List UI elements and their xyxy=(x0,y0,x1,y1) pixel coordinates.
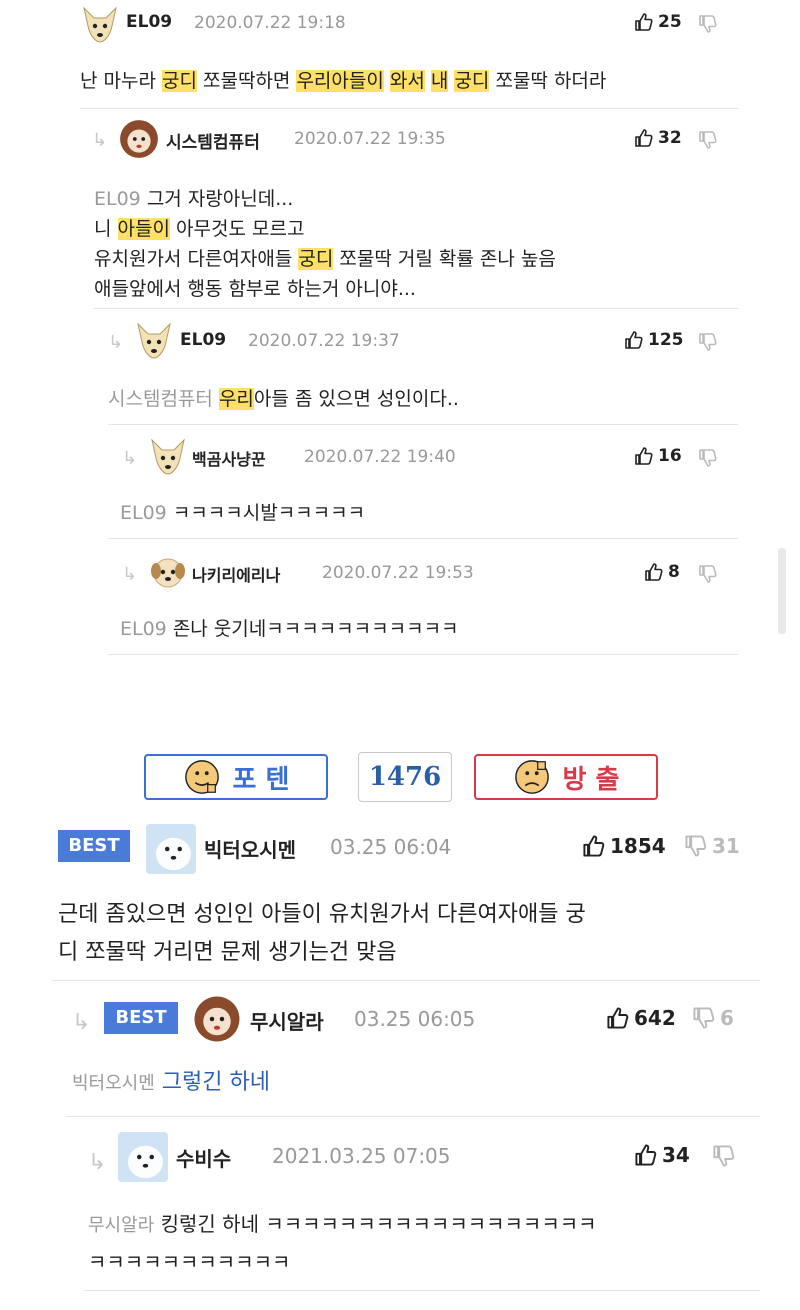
reply-arrow-icon: ↳ xyxy=(108,332,124,353)
downvote-count: 6 xyxy=(720,1006,734,1030)
thumbs-up-icon xyxy=(634,446,654,466)
comment-date: 2021.03.25 07:05 xyxy=(272,1144,451,1168)
comment-date: 2020.07.22 19:53 xyxy=(322,563,474,583)
comment-author[interactable]: 빅터오시멘 xyxy=(204,834,296,863)
downvote-count: 31 xyxy=(712,834,740,858)
seal-avatar-icon[interactable] xyxy=(118,1132,168,1182)
thumbs-down-icon[interactable] xyxy=(698,332,718,352)
divider xyxy=(52,980,760,981)
thumbs-down-icon[interactable] xyxy=(698,130,718,150)
upvote-count: 16 xyxy=(658,446,682,466)
poten-label: 포 텐 xyxy=(232,764,290,795)
upvote-button[interactable]: 1854 xyxy=(582,834,666,858)
comment-body: 빅터오시멘 그렇긴 하네 xyxy=(72,1070,270,1095)
bangchul-button[interactable]: 방 출 xyxy=(474,754,658,800)
comment-author[interactable]: 시스템컴퓨터 xyxy=(166,128,260,153)
upvote-button[interactable]: 25 xyxy=(634,12,682,32)
thumbs-down-icon[interactable] xyxy=(698,564,718,584)
thumbs-down-icon[interactable] xyxy=(698,14,718,34)
divider xyxy=(66,1116,760,1117)
thumbs-down-icon xyxy=(692,1006,716,1030)
divider xyxy=(108,538,738,539)
comment-author[interactable]: EL09 xyxy=(126,12,172,32)
puppy-avatar-icon[interactable] xyxy=(148,552,188,592)
upvote-count: 1854 xyxy=(610,834,666,858)
thumbs-up-icon xyxy=(634,1143,658,1167)
upvote-button[interactable]: 34 xyxy=(634,1143,690,1167)
scrollbar[interactable] xyxy=(778,548,786,634)
thumbs-up-icon xyxy=(634,128,654,148)
comment-author[interactable]: EL09 xyxy=(180,330,226,350)
comment-body: EL09 존나 웃기네ㅋㅋㅋㅋㅋㅋㅋㅋㅋㅋㅋ xyxy=(120,618,459,640)
upvote-count: 34 xyxy=(662,1143,690,1167)
reply-arrow-icon: ↳ xyxy=(122,564,138,585)
vote-count: 1476 xyxy=(358,752,452,802)
comment-date: 2020.07.22 19:40 xyxy=(304,447,456,467)
thumbs-down-icon xyxy=(684,834,708,858)
thumbs-up-face-icon xyxy=(183,758,221,796)
comment-body: 시스템컴퓨터 우리아들 좀 있으면 성인이다.. xyxy=(108,388,459,410)
thumbs-down-icon[interactable] xyxy=(712,1144,736,1168)
lion-avatar-icon[interactable] xyxy=(192,994,242,1044)
divider xyxy=(94,308,738,309)
best-badge: BEST xyxy=(58,830,130,862)
thumbs-down-face-icon xyxy=(513,758,551,796)
reply-arrow-icon: ↳ xyxy=(88,1150,107,1175)
upvote-count: 8 xyxy=(668,562,680,582)
comment-body: 근데 좀있으면 성인인 아들이 유치원가서 다른여자애들 궁 디 쪼물딱 거리면… xyxy=(58,902,586,965)
upvote-count: 642 xyxy=(634,1006,676,1030)
upvote-button[interactable]: 8 xyxy=(644,562,680,582)
comment-date: 2020.07.22 19:18 xyxy=(194,13,346,33)
downvote-button[interactable]: 6 xyxy=(692,1006,734,1030)
comment-date: 2020.07.22 19:35 xyxy=(294,129,446,149)
upvote-count: 125 xyxy=(648,330,684,350)
thumbs-up-icon xyxy=(634,12,654,32)
comment-date: 03.25 06:05 xyxy=(354,1007,476,1031)
reply-arrow-icon: ↳ xyxy=(72,1010,91,1035)
upvote-button[interactable]: 16 xyxy=(634,446,682,466)
bangchul-label: 방 출 xyxy=(562,764,620,795)
seal-avatar-icon[interactable] xyxy=(146,824,196,874)
comment-author[interactable]: 나키리에리나 xyxy=(192,562,280,586)
dog-avatar-icon[interactable] xyxy=(134,320,174,360)
divider xyxy=(108,654,738,655)
comment-body: EL09 그거 자랑아닌데... 니 아들이 아무것도 모르고 유치원가서 다른… xyxy=(94,188,556,300)
comment-author[interactable]: 수비수 xyxy=(176,1143,231,1172)
reply-arrow-icon: ↳ xyxy=(92,130,108,151)
poten-button[interactable]: 포 텐 xyxy=(144,754,328,800)
upvote-count: 25 xyxy=(658,12,682,32)
comment-date: 03.25 06:04 xyxy=(330,835,452,859)
thumbs-up-icon xyxy=(624,330,644,350)
comment-date: 2020.07.22 19:37 xyxy=(248,331,400,351)
comment-author[interactable]: 무시알라 xyxy=(250,1006,324,1035)
divider xyxy=(80,108,738,109)
comment-author[interactable]: 백곰사냥꾼 xyxy=(192,446,266,470)
downvote-button[interactable]: 31 xyxy=(684,834,740,858)
thumbs-up-icon xyxy=(582,834,606,858)
comment-body: 난 마누라 궁디 쪼물딱하면 우리아들이 와서 내 궁디 쪼물딱 하더라 xyxy=(80,70,607,92)
upvote-button[interactable]: 642 xyxy=(606,1006,676,1030)
dog-avatar-icon[interactable] xyxy=(80,4,120,44)
divider xyxy=(84,1290,760,1291)
dog-avatar-icon[interactable] xyxy=(148,436,188,476)
upvote-button[interactable]: 32 xyxy=(634,128,682,148)
comment-body: EL09 ㅋㅋㅋㅋ시발ㅋㅋㅋㅋㅋ xyxy=(120,502,366,524)
comment-body: 무시알라 킹렇긴 하네 ㅋㅋㅋㅋㅋㅋㅋㅋㅋㅋㅋㅋㅋㅋㅋㅋㅋㅋ ㅋㅋㅋㅋㅋㅋㅋㅋㅋ… xyxy=(88,1212,597,1274)
divider xyxy=(108,424,738,425)
upvote-count: 32 xyxy=(658,128,682,148)
upvote-button[interactable]: 125 xyxy=(624,330,684,350)
best-badge: BEST xyxy=(104,1002,178,1034)
reply-arrow-icon: ↳ xyxy=(122,448,138,469)
thumbs-up-icon xyxy=(606,1006,630,1030)
lion-avatar-icon[interactable] xyxy=(118,118,160,160)
thumbs-down-icon[interactable] xyxy=(698,448,718,468)
thumbs-up-icon xyxy=(644,562,664,582)
